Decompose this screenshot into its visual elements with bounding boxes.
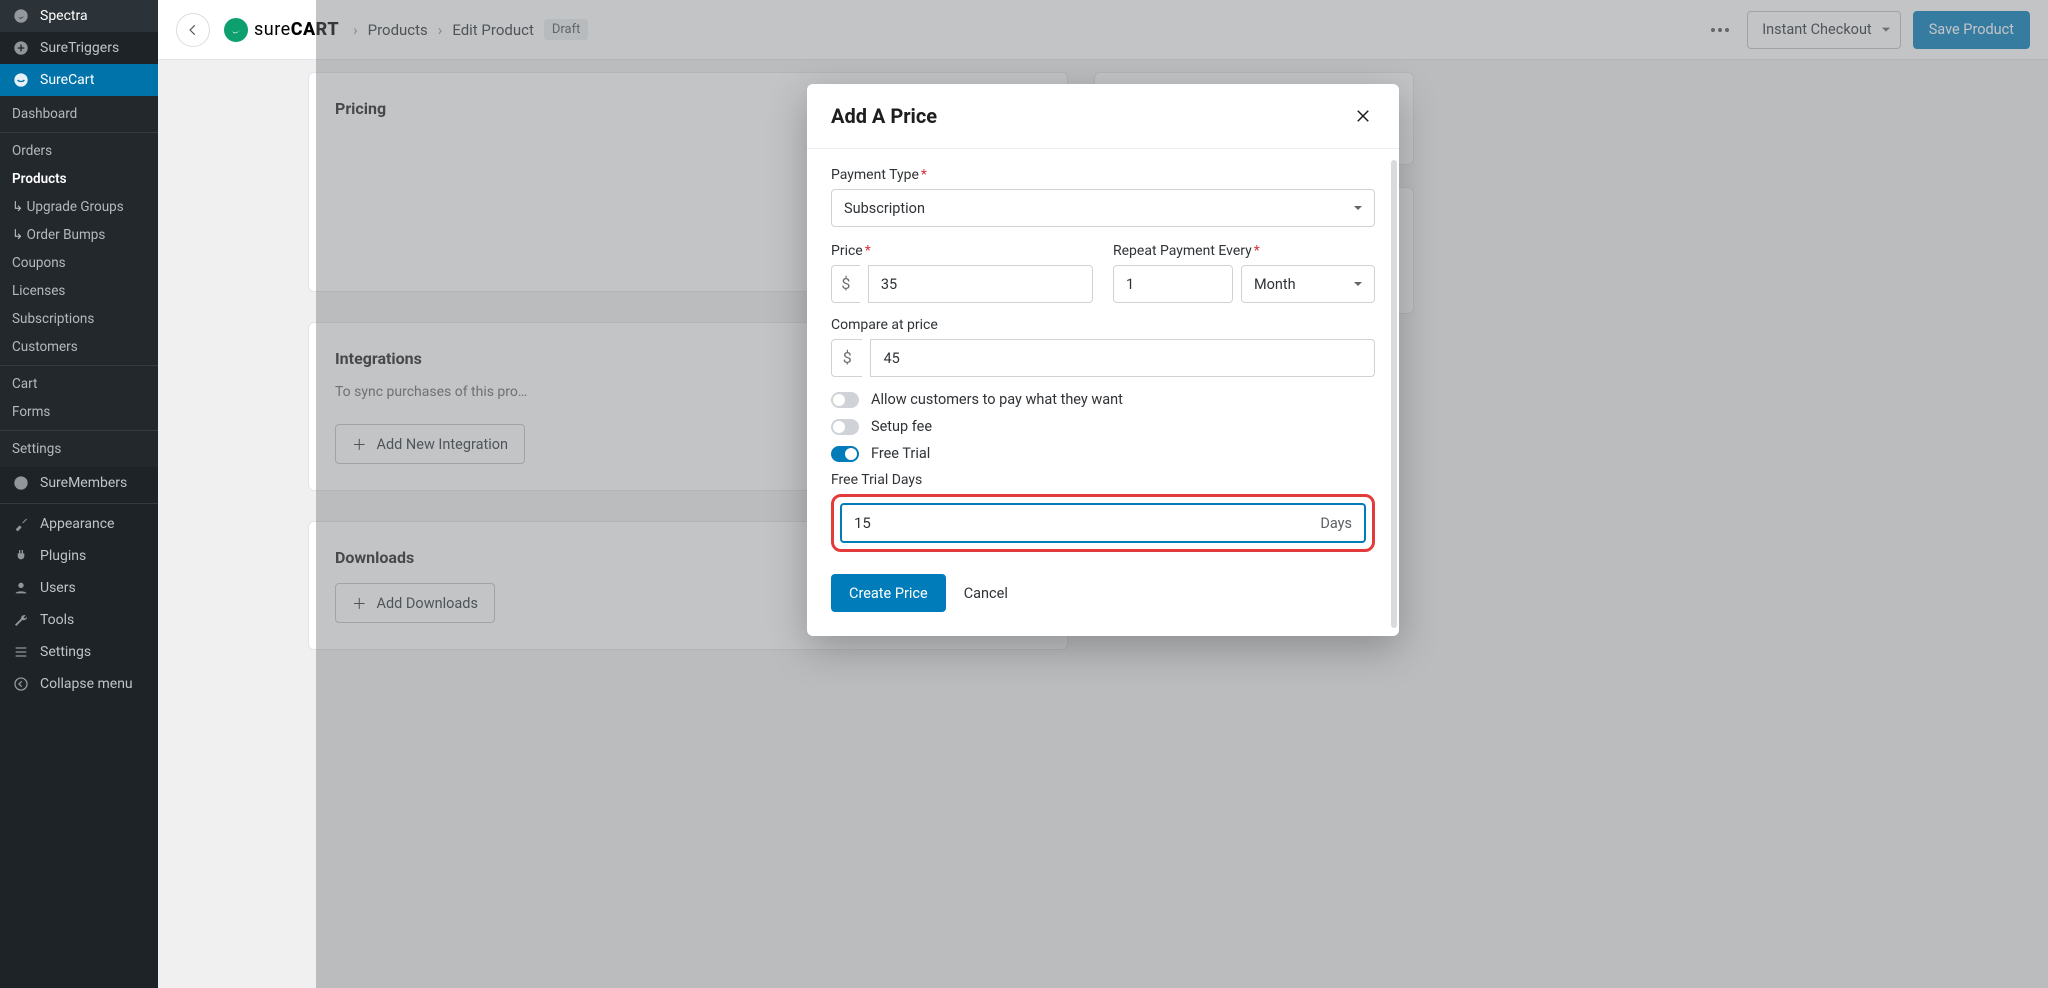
submenu-customers[interactable]: Customers [0,333,158,361]
selected-value: Subscription [844,200,925,217]
submenu-cart[interactable]: Cart [0,370,158,398]
price-label: Price* [831,243,1093,259]
label: Spectra [40,8,88,24]
setup-fee-toggle[interactable] [831,419,859,435]
user-icon [12,579,30,597]
trial-days-input[interactable] [854,514,1203,532]
submenu-upgrade-groups[interactable]: ↳ Upgrade Groups [0,193,158,221]
submenu-orders[interactable]: Orders [0,137,158,165]
sidebar-item-plugins[interactable]: Plugins [0,540,158,572]
submenu-forms[interactable]: Forms [0,398,158,426]
separator [0,430,158,431]
close-icon [1354,107,1372,125]
sidebar-item-suremembers[interactable]: SureMembers [0,467,158,499]
compare-input-wrap: $ [831,339,1375,377]
suretriggers-icon [12,39,30,57]
price-col: Price* $ [831,243,1093,303]
surecart-submenu: Dashboard Orders Products ↳ Upgrade Grou… [0,96,158,467]
modal-body: Payment Type* Subscription Price* $ [807,149,1399,636]
currency-prefix: $ [831,339,862,377]
separator [0,503,158,504]
label: Users [40,580,76,596]
add-price-modal: Add A Price Payment Type* Subscription P… [807,84,1399,636]
price-input-wrap: $ [831,265,1093,303]
setup-fee-label: Setup fee [871,418,932,435]
trial-days-input-wrap: Days [840,503,1366,543]
submenu-subscriptions[interactable]: Subscriptions [0,305,158,333]
free-trial-row: Free Trial [831,445,1375,462]
back-button[interactable] [176,13,210,47]
compare-input[interactable] [870,339,1375,377]
plug-icon [12,547,30,565]
modal-title: Add A Price [831,104,937,128]
separator [0,365,158,366]
selected-value: Month [1254,276,1296,293]
modal-header: Add A Price [807,84,1399,149]
label: Tools [40,612,74,628]
currency-prefix: $ [831,265,860,303]
trial-days-highlight: Days [831,494,1375,552]
compare-label: Compare at price [831,317,1375,333]
repeat-label: Repeat Payment Every* [1113,243,1375,259]
sidebar-item-spectra[interactable]: Spectra [0,0,158,32]
payment-type-label: Payment Type* [831,167,1375,183]
label: SureMembers [40,475,127,491]
label: SureTriggers [40,40,119,56]
create-price-button[interactable]: Create Price [831,574,946,612]
repeat-col: Repeat Payment Every* Month [1113,243,1375,303]
repeat-unit-select[interactable]: Month [1241,265,1375,303]
pwyw-toggle[interactable] [831,392,859,408]
modal-actions: Create Price Cancel [831,574,1375,612]
spectra-icon [12,7,30,25]
submenu-licenses[interactable]: Licenses [0,277,158,305]
sidebar-item-surecart[interactable]: SureCart [0,64,158,96]
label: SureCart [40,72,94,88]
brand-badge-icon [224,18,248,42]
submenu-settings[interactable]: Settings [0,435,158,463]
chevron-down-icon [1354,206,1362,214]
submenu-products[interactable]: Products [0,165,158,193]
brush-icon [12,515,30,533]
wrench-icon [12,611,30,629]
sidebar-item-settings[interactable]: Settings [0,636,158,668]
repeat-inputs: Month [1113,265,1375,303]
sidebar-item-tools[interactable]: Tools [0,604,158,636]
close-button[interactable] [1351,104,1375,128]
label: Settings [40,644,91,660]
sidebar-item-collapse[interactable]: Collapse menu [0,668,158,700]
free-trial-label: Free Trial [871,445,930,462]
label: Appearance [40,516,114,532]
trial-days-label: Free Trial Days [831,472,1375,488]
sidebar-item-suretriggers[interactable]: SureTriggers [0,32,158,64]
wp-admin-sidebar: Spectra SureTriggers SureCart Dashboard … [0,0,158,988]
sliders-icon [12,643,30,661]
sidebar-item-users[interactable]: Users [0,572,158,604]
pwyw-label: Allow customers to pay what they want [871,391,1123,408]
arrow-left-icon [186,23,200,37]
label: Collapse menu [40,676,133,692]
price-input[interactable] [868,265,1093,303]
surecart-icon [12,71,30,89]
payment-type-select[interactable]: Subscription [831,189,1375,227]
submenu-order-bumps[interactable]: ↳ Order Bumps [0,221,158,249]
sidebar-item-appearance[interactable]: Appearance [0,508,158,540]
separator [0,132,158,133]
brand-sure: sure [254,19,291,40]
repeat-number-input[interactable] [1113,265,1233,303]
main-area: sureCART › Products › Edit Product Draft… [158,0,2048,988]
days-suffix: Days [1320,515,1352,532]
free-trial-toggle[interactable] [831,446,859,462]
cancel-button[interactable]: Cancel [964,585,1008,602]
setup-fee-row: Setup fee [831,418,1375,435]
label: Plugins [40,548,86,564]
suremembers-icon [12,474,30,492]
submenu-dashboard[interactable]: Dashboard [0,100,158,128]
submenu-coupons[interactable]: Coupons [0,249,158,277]
chevron-down-icon [1354,282,1362,290]
pwyw-row: Allow customers to pay what they want [831,391,1375,408]
collapse-icon [12,675,30,693]
